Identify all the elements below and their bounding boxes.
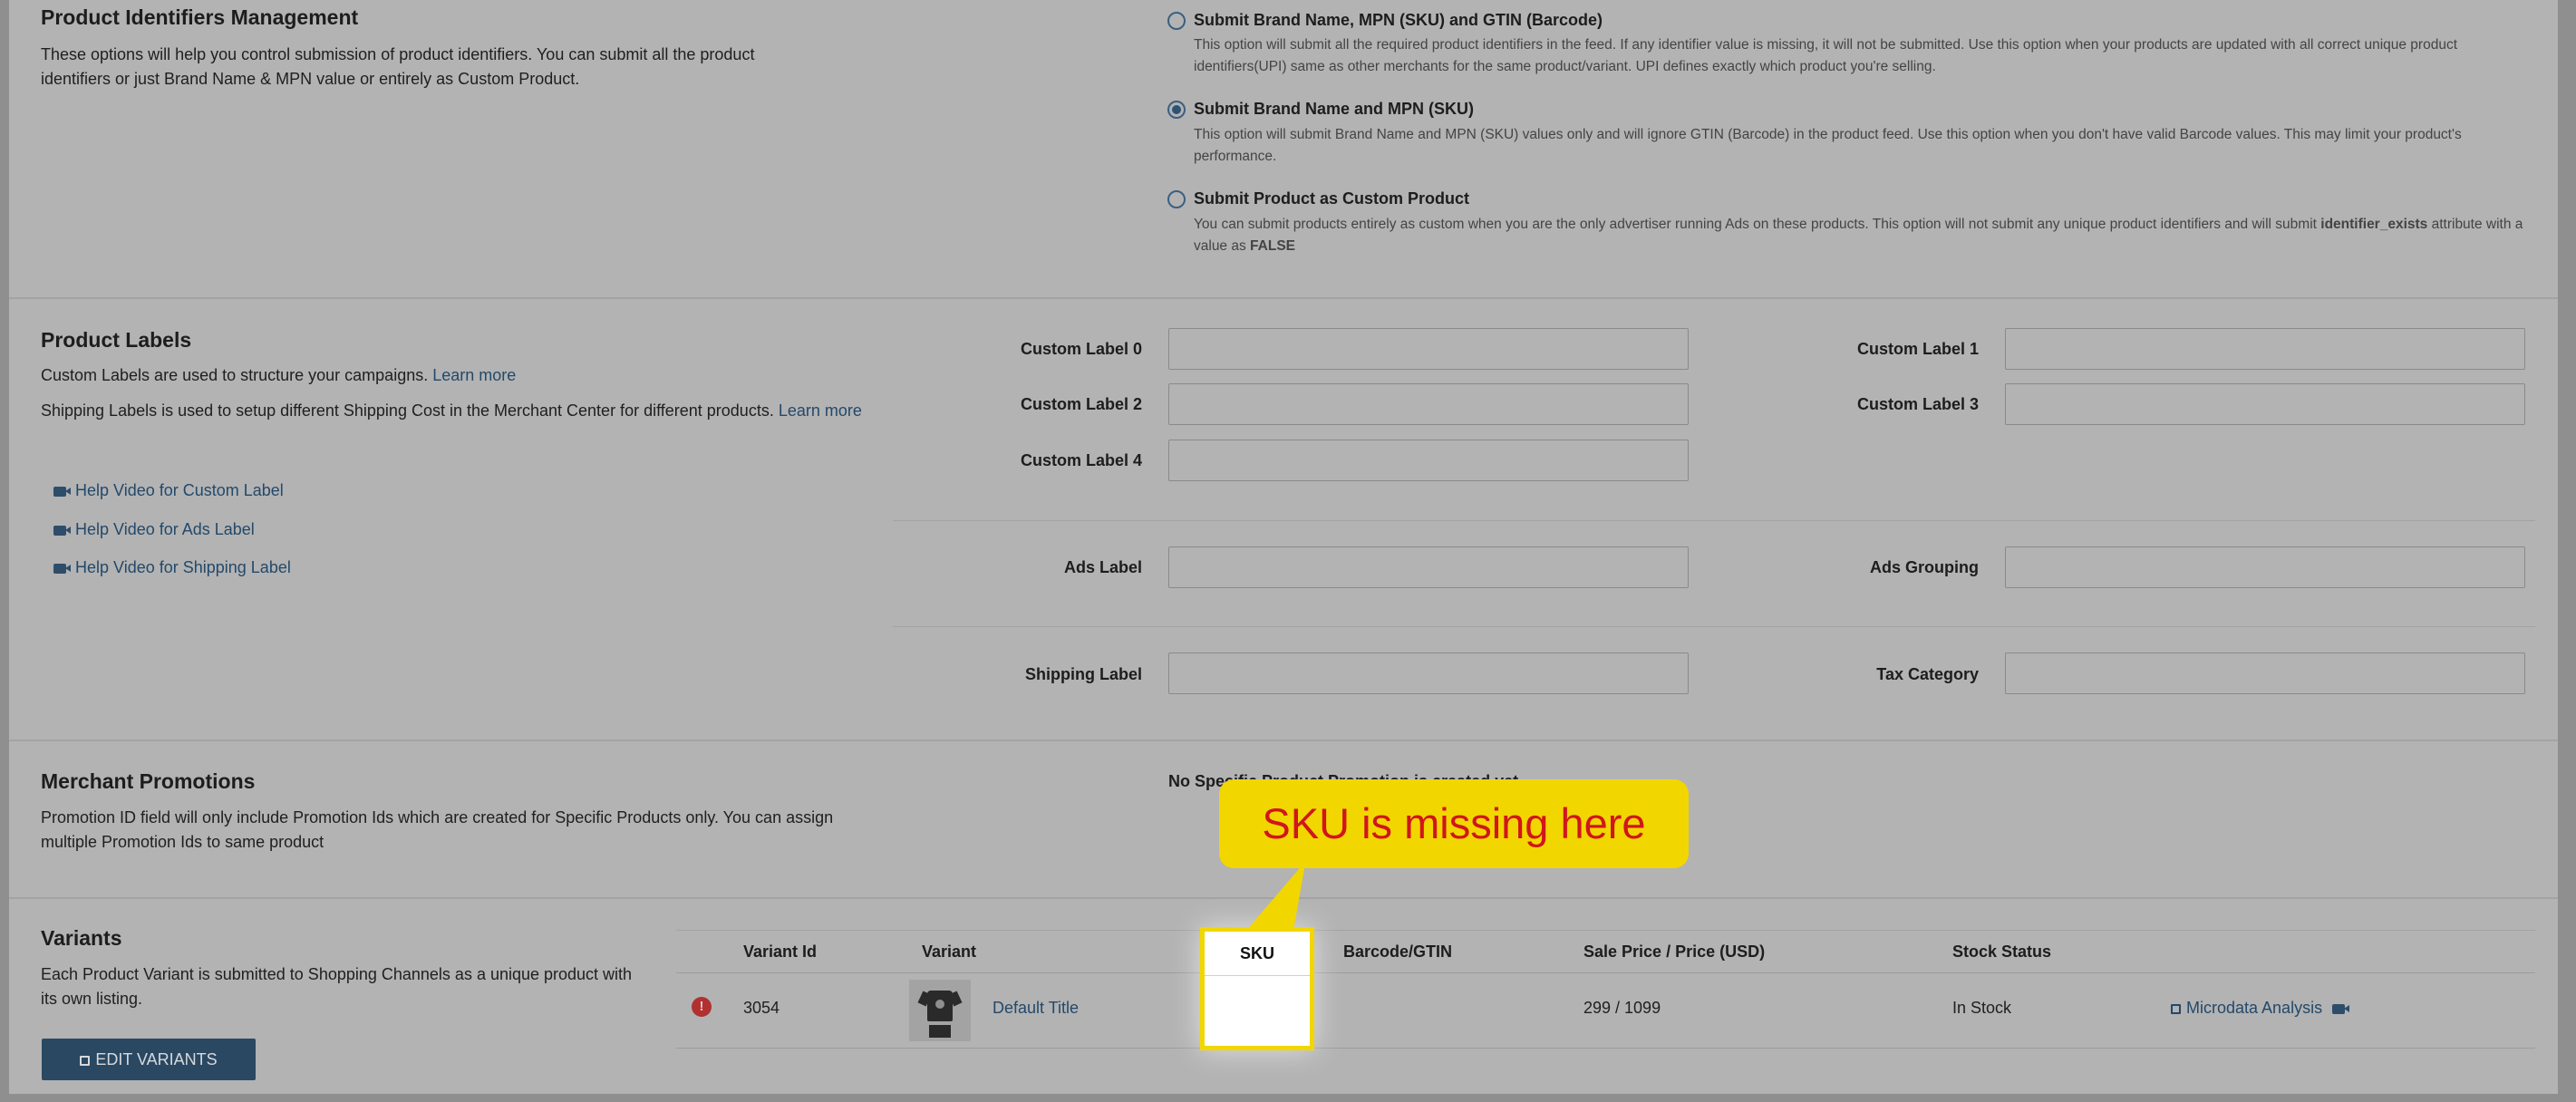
help-video-custom-label-text[interactable]: Help Video for Custom Label [75, 481, 284, 499]
option-3-title[interactable]: Submit Product as Custom Product [1194, 189, 1469, 208]
promotions-description: Promotion ID field will only include Pro… [41, 808, 834, 851]
microdata-analysis-link[interactable]: Microdata Analysis [2171, 999, 2354, 1018]
custom-label-1-label: Custom Label 1 [1856, 340, 1979, 358]
variant-name-link[interactable]: Default Title [993, 999, 1079, 1018]
edit-variants-label[interactable]: EDIT VARIANTS [95, 1050, 217, 1068]
radio-option-3[interactable] [1167, 190, 1186, 208]
sku-missing-callout: SKU is missing here [1219, 779, 1689, 868]
option-1-title[interactable]: Submit Brand Name, MPN (SKU) and GTIN (B… [1194, 11, 1603, 30]
help-video-ads-label-text[interactable]: Help Video for Ads Label [75, 520, 255, 538]
radio-option-2[interactable] [1167, 101, 1186, 119]
radio-option-1[interactable] [1167, 12, 1186, 30]
labels-desc-1-text: Custom Labels are used to structure your… [41, 366, 429, 384]
price-cell: 299 / 1099 [1583, 999, 1661, 1017]
option-3-desc-text: You can submit products entirely as cust… [1194, 217, 2321, 232]
custom-label-3-input[interactable] [2005, 383, 2525, 425]
custom-label-0-input[interactable] [1168, 328, 1689, 370]
variants-row-border [676, 1048, 2535, 1049]
option-2-desc: This option will submit Brand Name and M… [1194, 127, 2462, 164]
ads-label-input[interactable] [1168, 546, 1689, 588]
help-video-shipping-label-text[interactable]: Help Video for Shipping Label [75, 558, 291, 576]
option-1-desc: This option will submit all the required… [1194, 37, 2458, 74]
option-3-desc-attr: identifier_exists [2320, 217, 2428, 232]
col-sku: SKU [1239, 944, 1274, 962]
ads-grouping-input[interactable] [2005, 546, 2525, 588]
help-video-ads-label[interactable]: Help Video for Ads Label [53, 520, 255, 539]
custom-label-4-input[interactable] [1168, 440, 1689, 481]
promotions-title: Merchant Promotions [41, 769, 256, 793]
custom-label-2-label: Custom Label 2 [1020, 395, 1142, 413]
col-barcode: Barcode/GTIN [1343, 942, 1453, 961]
error-icon[interactable]: ! [692, 997, 712, 1017]
shirt-logo [935, 1000, 944, 1009]
help-video-shipping-label[interactable]: Help Video for Shipping Label [53, 558, 291, 577]
option-2-title[interactable]: Submit Brand Name and MPN (SKU) [1194, 100, 1474, 119]
video-camera-icon [53, 486, 71, 497]
custom-label-2-input[interactable] [1168, 383, 1689, 425]
variants-header-border [676, 972, 2535, 973]
external-link-icon [2171, 1004, 2181, 1014]
custom-label-0-label: Custom Label 0 [1020, 340, 1142, 358]
identifiers-description: These options will help you control subm… [41, 45, 755, 88]
col-variant-id: Variant Id [743, 942, 818, 961]
learn-more-link-1[interactable]: Learn more [432, 366, 516, 384]
external-link-icon [80, 1056, 91, 1066]
labels-divider-2 [893, 626, 2535, 627]
video-camera-icon[interactable] [2332, 1003, 2350, 1014]
help-video-custom-label[interactable]: Help Video for Custom Label [53, 481, 284, 500]
stock-status-cell: In Stock [1952, 999, 2012, 1017]
labels-title: Product Labels [41, 328, 192, 352]
variant-thumbnail [909, 980, 971, 1041]
sku-header-border [1205, 975, 1310, 976]
variants-table-top-border [676, 930, 2535, 931]
edit-variants-button[interactable]: EDIT VARIANTS [42, 1039, 256, 1080]
identifiers-section: Product Identifiers Management These opt… [9, 0, 2558, 299]
custom-label-1-input[interactable] [2005, 328, 2525, 370]
shirt-shorts [929, 1025, 951, 1038]
labels-desc-2: Shipping Labels is used to setup differe… [41, 399, 866, 423]
video-camera-icon [53, 525, 71, 536]
labels-desc-2-text: Shipping Labels is used to setup differe… [41, 401, 774, 420]
variants-title: Variants [41, 926, 122, 950]
labels-divider-1 [893, 520, 2535, 521]
labels-desc-1: Custom Labels are used to structure your… [41, 363, 857, 388]
custom-label-3-label: Custom Label 3 [1856, 395, 1979, 413]
col-stock-status: Stock Status [1952, 942, 2052, 961]
identifiers-title: Product Identifiers Management [41, 5, 359, 29]
labels-section: Product Labels Custom Labels are used to… [9, 297, 2558, 741]
ads-label-label: Ads Label [1063, 558, 1142, 576]
tax-category-input[interactable] [2005, 652, 2525, 694]
shipping-label-input[interactable] [1168, 652, 1689, 694]
video-camera-icon [53, 563, 71, 574]
option-3-desc-value: FALSE [1250, 238, 1295, 254]
option-3-desc: You can submit products entirely as cust… [1194, 214, 2544, 257]
variants-description: Each Product Variant is submitted to Sho… [41, 965, 633, 1008]
custom-label-4-label: Custom Label 4 [1020, 451, 1142, 469]
learn-more-link-2[interactable]: Learn more [779, 401, 862, 420]
col-variant: Variant [922, 942, 977, 961]
ads-grouping-label: Ads Grouping [1870, 558, 1979, 576]
variant-id-cell: 3054 [743, 999, 780, 1017]
microdata-analysis-label[interactable]: Microdata Analysis [2186, 999, 2322, 1017]
col-price: Sale Price / Price (USD) [1583, 942, 1766, 961]
shipping-label-label: Shipping Label [1025, 665, 1142, 683]
tax-category-label: Tax Category [1876, 665, 1979, 683]
sku-column-highlight: SKU [1200, 927, 1314, 1050]
